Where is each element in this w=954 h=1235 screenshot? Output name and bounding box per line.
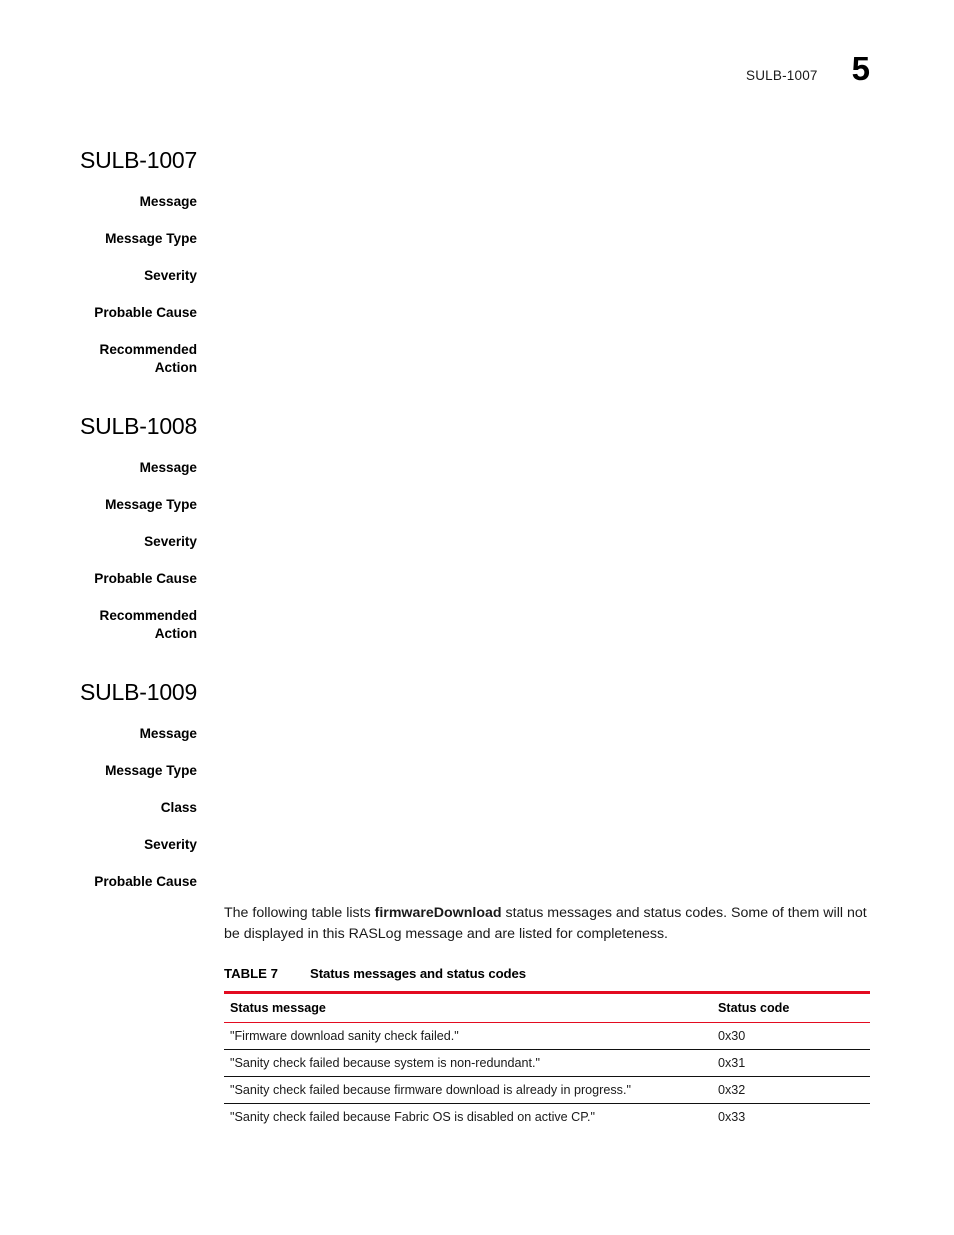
cell-status-code: 0x33 [718,1110,746,1124]
section-title: SULB-1008 [80,413,198,440]
field-label-probable-cause: Probable Cause [94,571,197,587]
field-value-recommended-action [197,607,954,625]
field-row: Recommended Action [0,607,954,643]
column-header-status-message: Status message [224,991,712,1023]
field-label-recommended-action: Recommended Action [99,342,197,376]
field-label-message-type: Message Type [105,497,197,513]
field-row: Message [0,459,954,477]
field-label-message: Message [139,194,197,210]
field-row: Class [0,799,954,817]
field-row: Message [0,725,954,743]
field-row: Severity [0,267,954,285]
field-label-severity: Severity [144,837,197,853]
field-label-message-type: Message Type [105,231,197,247]
field-row: Message Type [0,762,954,780]
field-row: Message Type [0,496,954,514]
field-value-recommended-action [197,341,954,359]
intro-paragraph-part1: The following table lists [224,905,375,921]
section-title: SULB-1009 [80,679,198,706]
field-value-probable-cause [197,570,954,588]
field-value-class [197,799,954,817]
intro-paragraph: The following table lists firmwareDownlo… [224,903,872,944]
table-caption: TABLE 7 Status messages and status codes [224,966,872,981]
cell-status-code: 0x31 [712,1049,870,1077]
column-header-status-code: Status code [712,991,870,1023]
field-label-probable-cause: Probable Cause [94,305,197,321]
field-value-message [197,725,954,743]
field-label-recommended-action: Recommended Action [99,608,197,642]
table-row: "Sanity check failed because Fabric OS i… [224,1104,870,1131]
field-value-severity [197,533,954,551]
field-row: Severity [0,836,954,854]
field-label-message-type: Message Type [105,763,197,779]
field-row: Message Type [0,230,954,248]
field-value-severity [197,267,954,285]
field-value-message-type [197,230,954,248]
table-row: "Sanity check failed because system is n… [224,1049,870,1077]
field-row: Probable Cause [0,873,954,891]
field-value-message-type [197,496,954,514]
message-section-1007: SULB-1007 Message Message Type Severity … [0,128,954,377]
field-label-probable-cause: Probable Cause [94,874,197,890]
table-caption-number: TABLE 7 [224,966,278,981]
message-section-1008: SULB-1008 Message Message Type Severity … [0,394,954,643]
field-label-severity: Severity [144,268,197,284]
cell-status-message: "Firmware download sanity check failed." [224,1022,712,1050]
field-row: Probable Cause [0,304,954,322]
field-row: Probable Cause [0,570,954,588]
header-reference: SULB-1007 [746,68,818,83]
field-row: Message [0,193,954,211]
field-value-probable-cause [197,304,954,322]
field-value-message-type [197,762,954,780]
message-section-1009: SULB-1009 Message Message Type Class Sev… [0,660,954,891]
field-value-message [197,193,954,211]
table-caption-text: Status messages and status codes [310,966,526,981]
field-row: Recommended Action [0,341,954,377]
field-label-message: Message [139,460,197,476]
field-value-severity [197,836,954,854]
table-row: "Firmware download sanity check failed."… [224,1022,870,1050]
field-row: Severity [0,533,954,551]
page-number: 5 [851,50,870,87]
field-value-message [197,459,954,477]
section-title: SULB-1007 [80,147,198,174]
table-header-row: Status message Status code [224,991,870,1023]
field-value-probable-cause [197,873,954,891]
cell-status-message: "Sanity check failed because firmware do… [224,1076,712,1104]
cell-status-message: "Sanity check failed because system is n… [224,1049,712,1077]
page-running-header: SULB-1007 5 [746,52,870,85]
table-row: "Sanity check failed because firmware do… [224,1076,870,1104]
cell-status-message: "Sanity check failed because Fabric OS i… [230,1110,596,1124]
firmware-download-keyword: firmwareDownload [374,905,502,921]
status-codes-table: Status message Status code "Firmware dow… [224,991,870,1130]
field-label-class: Class [160,800,197,816]
field-label-severity: Severity [144,534,197,550]
table-intro-block: The following table lists firmwareDownlo… [224,903,872,1130]
field-label-message: Message [139,726,197,742]
cell-status-code: 0x32 [712,1076,870,1104]
cell-status-code: 0x30 [712,1022,870,1050]
